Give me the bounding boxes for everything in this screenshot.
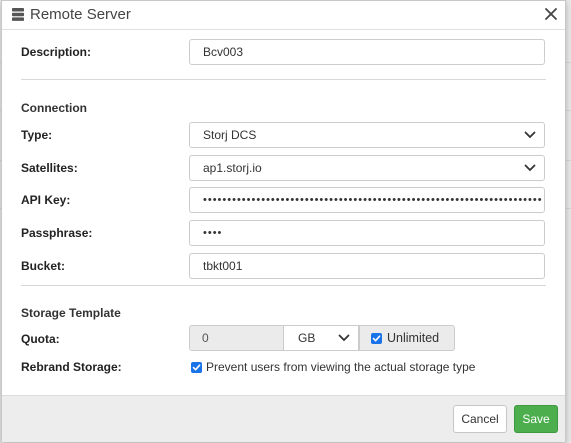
type-select-value: Storj DCS [203, 128, 257, 142]
quota-unit-select[interactable]: GB [284, 325, 359, 351]
passphrase-label: Passphrase: [21, 226, 93, 240]
dialog-title: Remote Server [30, 6, 131, 23]
rebrand-checkbox-label: Prevent users from viewing the actual st… [206, 360, 476, 374]
dialog-titlebar: Remote Server [2, 1, 565, 30]
type-select[interactable]: Storj DCS [189, 122, 545, 148]
satellites-label: Satellites: [21, 161, 78, 175]
server-icon [12, 8, 24, 21]
close-icon[interactable] [542, 5, 560, 23]
unlimited-checkbox[interactable] [371, 333, 382, 344]
satellites-select[interactable]: ap1.storj.io [189, 155, 545, 181]
unlimited-toggle[interactable]: Unlimited [359, 325, 455, 351]
dialog-footer: Cancel Save [2, 395, 565, 442]
quota-input[interactable]: 0 [189, 325, 284, 351]
chevron-down-icon [338, 334, 350, 342]
chevron-down-icon [524, 164, 536, 172]
remote-server-dialog: Remote Server Description: Bcv003 Connec… [1, 0, 566, 442]
description-input[interactable]: Bcv003 [189, 39, 545, 65]
section-divider [21, 79, 546, 80]
connection-section-title: Connection [21, 101, 87, 115]
save-button[interactable]: Save [514, 405, 558, 433]
passphrase-input[interactable]: •••• [189, 220, 545, 246]
cancel-button[interactable]: Cancel [453, 405, 507, 433]
description-label: Description: [21, 45, 92, 59]
type-label: Type: [21, 128, 53, 142]
checkmark-icon [192, 364, 201, 371]
satellites-select-value: ap1.storj.io [203, 161, 262, 175]
api-key-label: API Key: [21, 193, 71, 207]
storage-template-section-title: Storage Template [21, 306, 121, 320]
section-divider [21, 285, 546, 286]
rebrand-storage-label: Rebrand Storage: [21, 360, 122, 374]
rebrand-checkbox[interactable] [191, 362, 202, 373]
checkmark-icon [372, 335, 381, 342]
quota-label: Quota: [21, 332, 60, 346]
quota-unit-value: GB [298, 331, 316, 345]
unlimited-label: Unlimited [387, 331, 440, 345]
bucket-label: Bucket: [21, 259, 66, 273]
bucket-input[interactable]: tbkt001 [189, 253, 545, 279]
api-key-input[interactable]: ••••••••••••••••••••••••••••••••••••••••… [189, 187, 545, 213]
chevron-down-icon [524, 131, 536, 139]
